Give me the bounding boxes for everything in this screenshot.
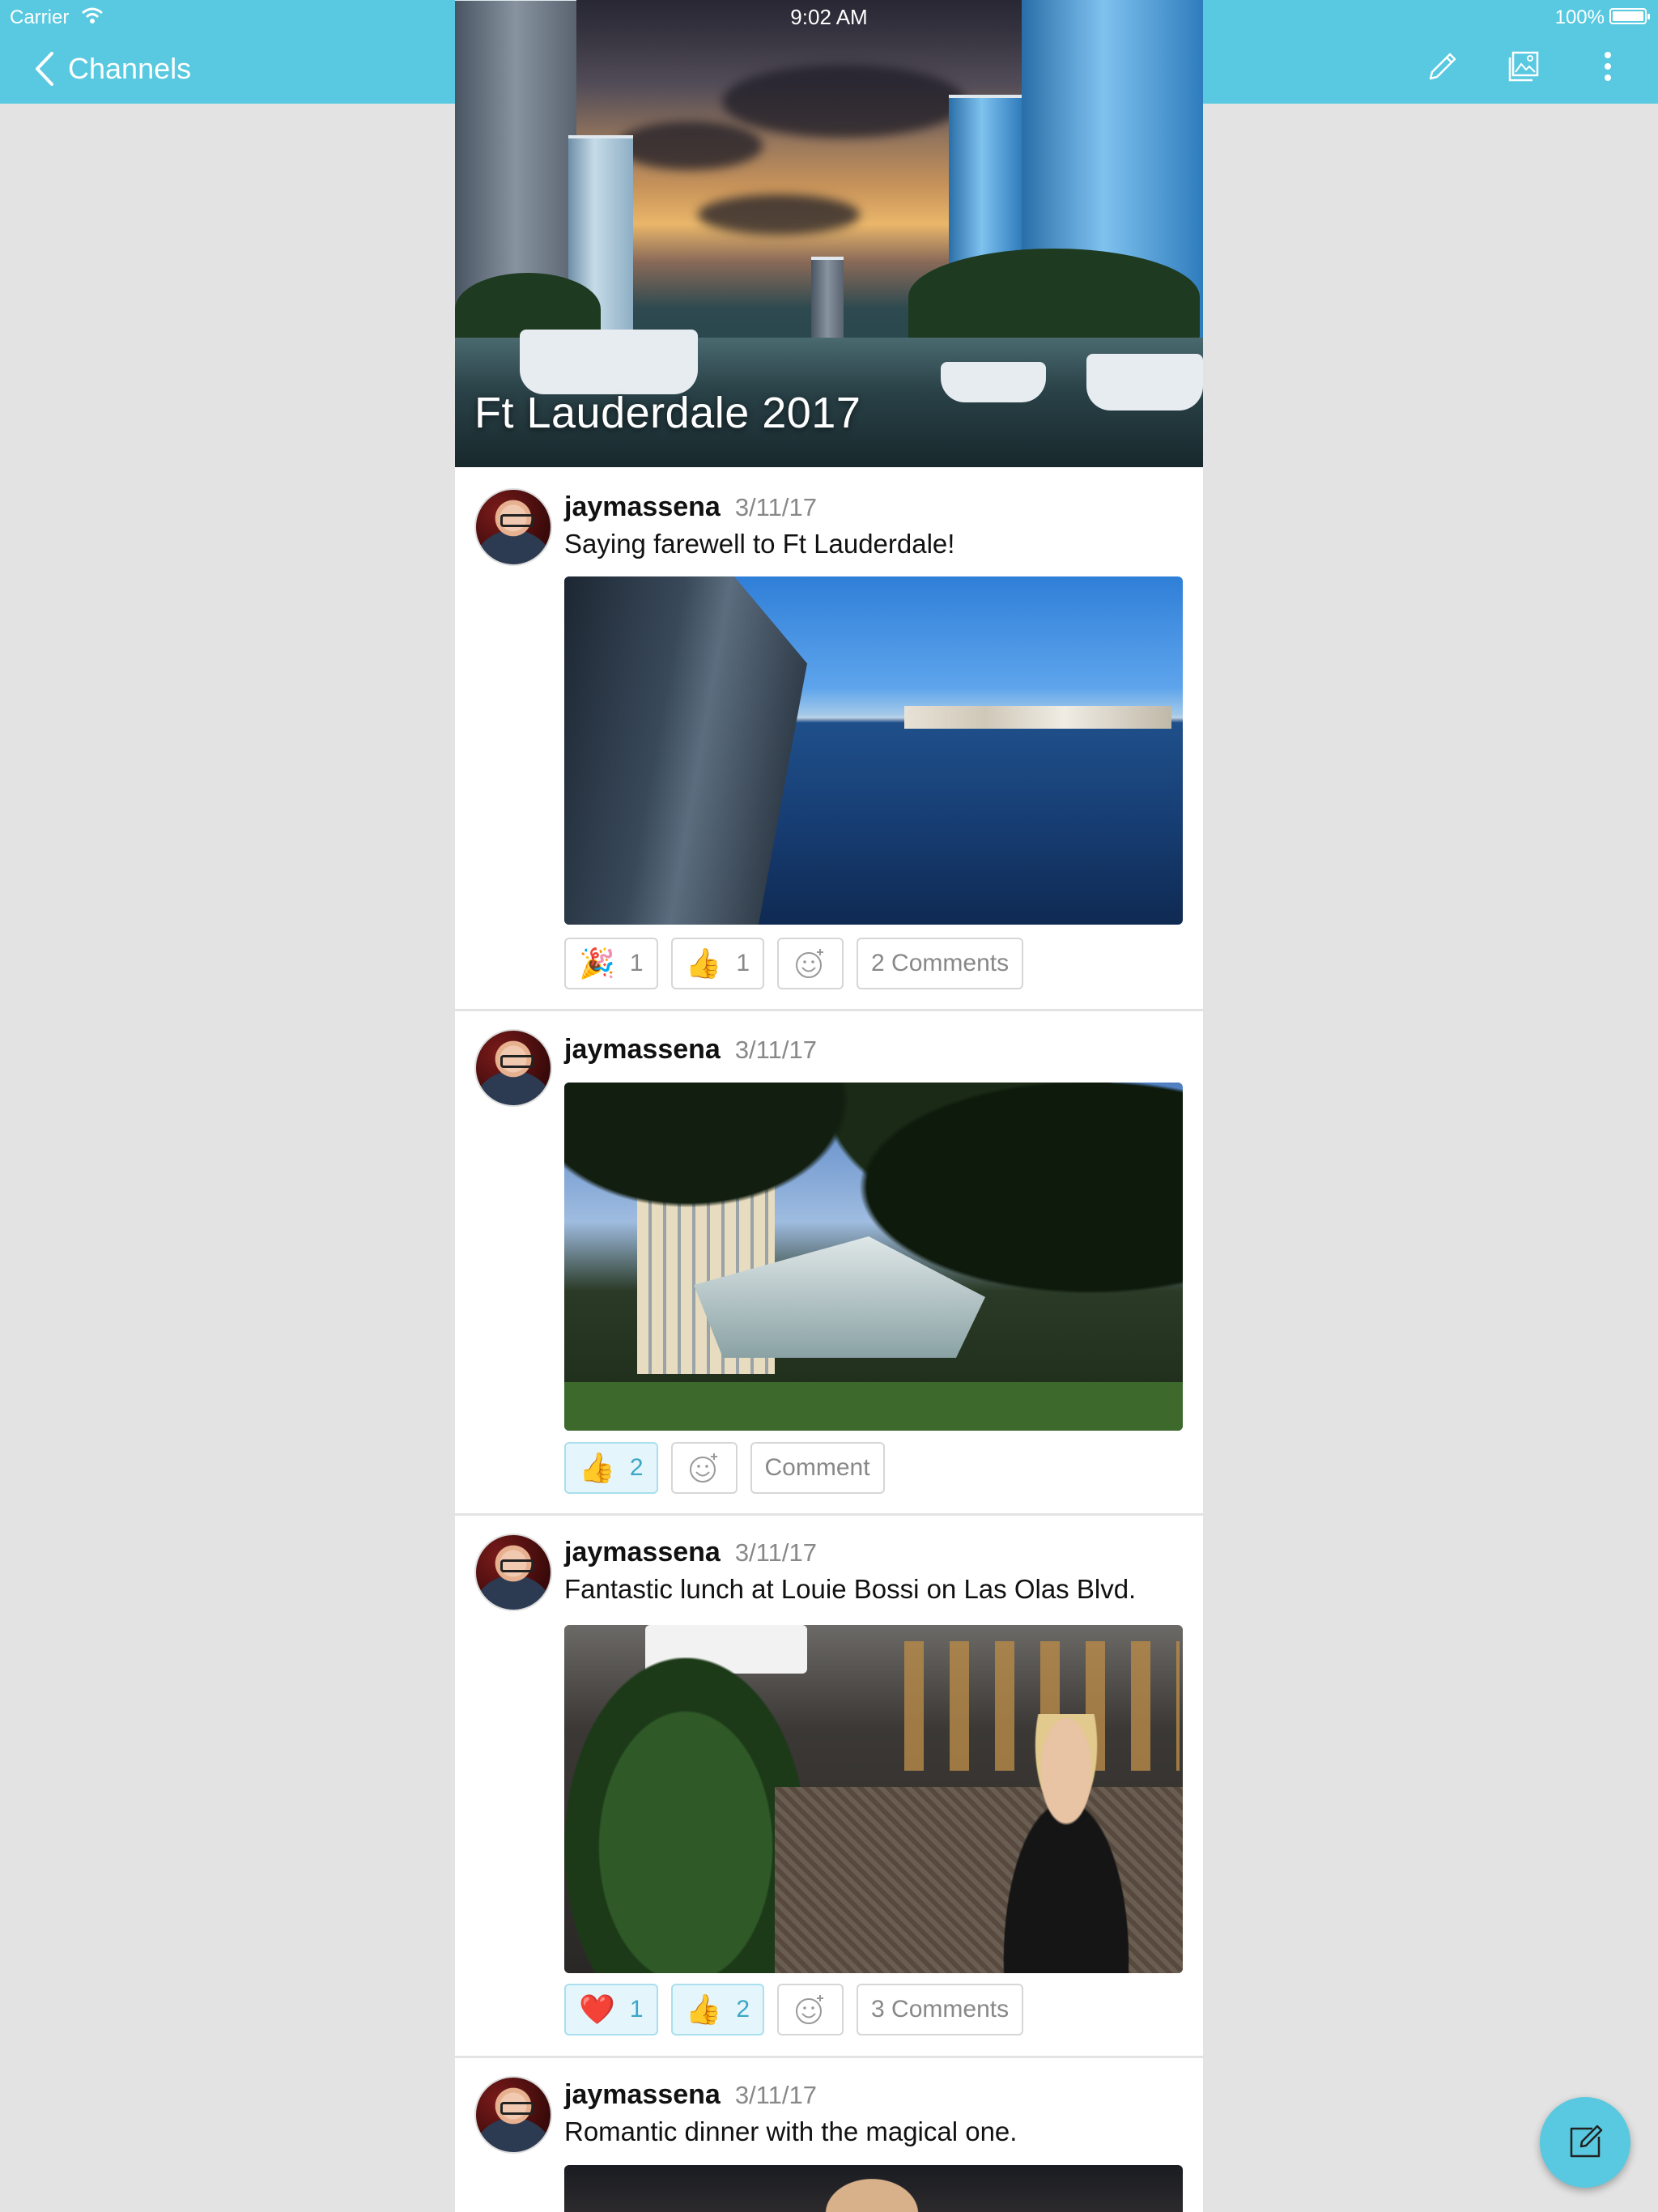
- post-item: jaymassena 3/11/17 Saying farewell to Ft…: [455, 467, 1203, 1011]
- post-text: Saying farewell to Ft Lauderdale!: [564, 529, 955, 559]
- avatar[interactable]: [474, 2076, 552, 2154]
- add-emoji-icon: [796, 1995, 824, 2024]
- avatar[interactable]: [474, 1534, 552, 1611]
- add-emoji-icon: [689, 1453, 717, 1482]
- reaction-count: 2: [736, 1996, 750, 2023]
- thumbs-up-icon: 👍: [685, 1993, 722, 2026]
- post-text: Fantastic lunch at Louie Bossi on Las Ol…: [564, 1574, 1137, 1604]
- reaction-count: 1: [736, 950, 750, 976]
- channel-cover-image: Ft Lauderdale 2017: [455, 0, 1203, 467]
- reaction-count: 1: [629, 1996, 644, 2023]
- post-photo[interactable]: [564, 1625, 1183, 1973]
- post-date: 3/11/17: [734, 1538, 817, 1567]
- chevron-left-icon: [36, 52, 53, 86]
- add-emoji-icon: [796, 949, 824, 978]
- battery-icon: [1609, 8, 1650, 24]
- post-text: Romantic dinner with the magical one.: [564, 2116, 1018, 2146]
- add-reaction-button[interactable]: [777, 938, 844, 989]
- username[interactable]: jaymassena: [564, 1034, 721, 1066]
- post-photo[interactable]: [564, 1083, 1183, 1431]
- thumbs-up-icon: 👍: [685, 946, 722, 980]
- back-button-label: Channels: [68, 52, 192, 85]
- channel-title: Ft Lauderdale 2017: [474, 389, 861, 437]
- edit-pencil-icon[interactable]: [1417, 40, 1469, 92]
- reaction-bar: ❤️ 1 👍 2 3 Comments: [564, 1984, 1024, 2035]
- comments-button[interactable]: 3 Comments: [857, 1984, 1024, 2035]
- post-date: 3/11/17: [734, 493, 817, 521]
- add-reaction-button[interactable]: [777, 1984, 844, 2035]
- comments-button[interactable]: 2 Comments: [857, 938, 1024, 989]
- username[interactable]: jaymassena: [564, 1537, 721, 1568]
- reaction-count: 1: [629, 950, 644, 976]
- username[interactable]: jaymassena: [564, 491, 721, 523]
- post-header: jaymassena 3/11/17: [564, 1034, 817, 1066]
- comment-button[interactable]: Comment: [750, 1442, 885, 1494]
- username[interactable]: jaymassena: [564, 2079, 721, 2111]
- channel-feed[interactable]: Ft Lauderdale 2017 jaymassena 3/11/17 Sa…: [455, 0, 1203, 2212]
- post-photo[interactable]: [564, 2165, 1183, 2212]
- post-item: jaymassena 3/11/17 👍 2 Comment: [455, 1011, 1203, 1516]
- reaction-thumbs-up[interactable]: 👍 1: [670, 938, 765, 989]
- photo-gallery-icon[interactable]: [1498, 40, 1550, 92]
- post-date: 3/11/17: [734, 1036, 817, 1064]
- post-item: jaymassena 3/11/17 Fantastic lunch at Lo…: [455, 1516, 1203, 2058]
- reaction-thumbs-up[interactable]: 👍 2: [670, 1984, 765, 2035]
- reaction-party[interactable]: 🎉 1: [564, 938, 658, 989]
- reaction-heart[interactable]: ❤️ 1: [564, 1984, 658, 2035]
- add-reaction-button[interactable]: [670, 1442, 738, 1494]
- heart-icon: ❤️: [579, 1993, 615, 2026]
- post-header: jaymassena 3/11/17: [564, 1537, 817, 1568]
- party-popper-icon: 🎉: [579, 946, 615, 980]
- more-vertical-icon[interactable]: [1582, 40, 1634, 92]
- post-date: 3/11/17: [734, 2081, 817, 2109]
- reaction-bar: 👍 2 Comment: [564, 1442, 885, 1494]
- post-photo[interactable]: [564, 576, 1183, 925]
- reaction-bar: 🎉 1 👍 1 2 Comments: [564, 938, 1024, 989]
- compose-post-button[interactable]: [1540, 2097, 1630, 2188]
- compose-icon: [1570, 2125, 1603, 2158]
- avatar[interactable]: [474, 1029, 552, 1107]
- reaction-thumbs-up[interactable]: 👍 2: [564, 1442, 658, 1494]
- avatar[interactable]: [474, 488, 552, 566]
- reaction-count: 2: [629, 1454, 644, 1481]
- post-header: jaymassena 3/11/17: [564, 2079, 817, 2111]
- post-item: jaymassena 3/11/17 Romantic dinner with …: [455, 2058, 1203, 2212]
- thumbs-up-icon: 👍: [579, 1451, 615, 1484]
- post-header: jaymassena 3/11/17: [564, 491, 817, 523]
- status-time: 9:02 AM: [790, 5, 868, 29]
- status-bar: Carrier 9:02 AM 100%: [0, 0, 1658, 32]
- battery-percent: 100%: [1554, 6, 1605, 28]
- back-button[interactable]: Channels: [32, 47, 191, 91]
